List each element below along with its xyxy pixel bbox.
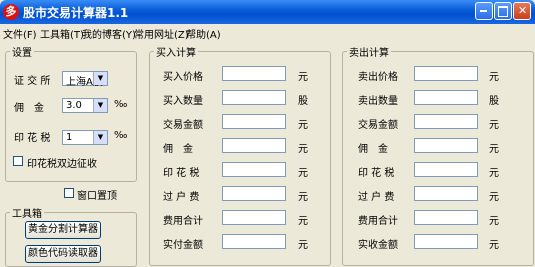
topmost-label: 窗口置顶 [77, 191, 117, 202]
chevron-down-icon[interactable]: ▼ [93, 131, 107, 144]
buy-row-input[interactable] [222, 234, 286, 249]
sell-row-input[interactable] [414, 234, 478, 249]
minimize-button[interactable] [475, 2, 493, 20]
buy-row-unit: 股 [298, 96, 308, 107]
sell-row-label: 实收金额 [358, 240, 398, 251]
settings-legend: 设置 [12, 48, 32, 59]
minimize-icon [480, 10, 487, 12]
menu-help[interactable]: 帮助(A) [186, 26, 221, 41]
buy-row-label: 佣 金 [163, 144, 193, 155]
sell-row-label: 过 户 费 [358, 192, 395, 203]
buy-legend: 买入计算 [156, 48, 196, 59]
commission-value: 3.0 [66, 100, 82, 111]
sell-row-unit: 元 [489, 240, 499, 251]
sell-row-unit: 元 [489, 192, 499, 203]
sell-row-input[interactable] [414, 66, 478, 81]
app-icon: 多 [3, 4, 19, 20]
sell-row-unit: 元 [489, 72, 499, 83]
golden-ratio-button[interactable]: 黄金分割计算器 [25, 221, 101, 239]
menu-toolbox[interactable]: 工具箱(T) [40, 26, 84, 41]
bilateral-stamp-checkbox[interactable] [13, 156, 23, 166]
sell-row-input[interactable] [414, 90, 478, 105]
commission-select[interactable]: 3.0 ▼ [62, 98, 108, 113]
menu-file[interactable]: 文件(F) [3, 26, 37, 41]
topmost-checkbox[interactable] [64, 188, 74, 198]
commission-unit: ‰ [114, 99, 128, 110]
buy-row-input[interactable] [222, 90, 286, 105]
maximize-button[interactable] [494, 2, 512, 20]
title-bar[interactable]: 多 股市交易计算器1.1 ✕ [0, 0, 535, 24]
maximize-icon [498, 6, 508, 17]
buy-row-label: 买入数量 [163, 96, 203, 107]
sell-row-input[interactable] [414, 114, 478, 129]
close-button[interactable]: ✕ [513, 2, 531, 20]
buy-row-input[interactable] [222, 66, 286, 81]
stamp-tax-value: 1 [66, 132, 73, 143]
menu-bar: 文件(F) 工具箱(T) 我的博客(Y) 常用网址(Z) 帮助(A) [0, 24, 535, 42]
sell-row-unit: 元 [489, 120, 499, 131]
buy-row-label: 买入价格 [163, 72, 203, 83]
stamp-tax-select[interactable]: 1 ▼ [62, 130, 108, 145]
sell-row-label: 印 花 税 [358, 168, 395, 179]
close-icon: ✕ [518, 4, 528, 17]
buy-row-label: 印 花 税 [163, 168, 200, 179]
window-title: 股市交易计算器1.1 [23, 6, 129, 20]
buy-row-label: 过 户 费 [163, 192, 200, 203]
menu-blog[interactable]: 我的博客(Y) [82, 26, 136, 41]
buy-row-unit: 元 [298, 72, 308, 83]
sell-row-unit: 股 [489, 96, 499, 107]
buy-row-input[interactable] [222, 210, 286, 225]
sell-row-label: 交易金额 [358, 120, 398, 131]
buy-row-label: 实付金额 [163, 240, 203, 251]
menu-urls[interactable]: 常用网址(Z) [134, 26, 189, 41]
buy-row-unit: 元 [298, 120, 308, 131]
buy-row-unit: 元 [298, 144, 308, 155]
sell-row-label: 卖出数量 [358, 96, 398, 107]
sell-row-label: 费用合计 [358, 216, 398, 227]
toolbox-legend: 工具箱 [12, 209, 42, 220]
sell-row-label: 佣 金 [358, 144, 388, 155]
buy-row-label: 交易金额 [163, 120, 203, 131]
sell-legend: 卖出计算 [349, 48, 389, 59]
sell-row-label: 卖出价格 [358, 72, 398, 83]
buy-row-unit: 元 [298, 240, 308, 251]
chevron-down-icon[interactable]: ▼ [93, 72, 107, 85]
stamp-tax-label: 印 花 税 [14, 133, 51, 144]
exchange-select[interactable]: 上海A股 ▼ [62, 71, 108, 88]
buy-row-input[interactable] [222, 186, 286, 201]
sell-row-input[interactable] [414, 186, 478, 201]
buy-row-unit: 元 [298, 192, 308, 203]
buy-row-label: 费用合计 [163, 216, 203, 227]
sell-row-input[interactable] [414, 162, 478, 177]
bilateral-stamp-label: 印花税双边征收 [27, 159, 97, 170]
buy-row-unit: 元 [298, 168, 308, 179]
color-picker-button[interactable]: 颜色代码读取器 [25, 245, 101, 263]
buy-row-input[interactable] [222, 114, 286, 129]
buy-row-input[interactable] [222, 162, 286, 177]
buy-row-input[interactable] [222, 138, 286, 153]
sell-row-input[interactable] [414, 210, 478, 225]
sell-row-unit: 元 [489, 144, 499, 155]
sell-row-unit: 元 [489, 168, 499, 179]
buy-row-unit: 元 [298, 216, 308, 227]
chevron-down-icon[interactable]: ▼ [93, 99, 107, 112]
exchange-label: 证 交 所 [14, 76, 51, 87]
sell-row-unit: 元 [489, 216, 499, 227]
stamp-tax-unit: ‰ [114, 130, 128, 141]
sell-row-input[interactable] [414, 138, 478, 153]
commission-label: 佣 金 [14, 103, 44, 114]
